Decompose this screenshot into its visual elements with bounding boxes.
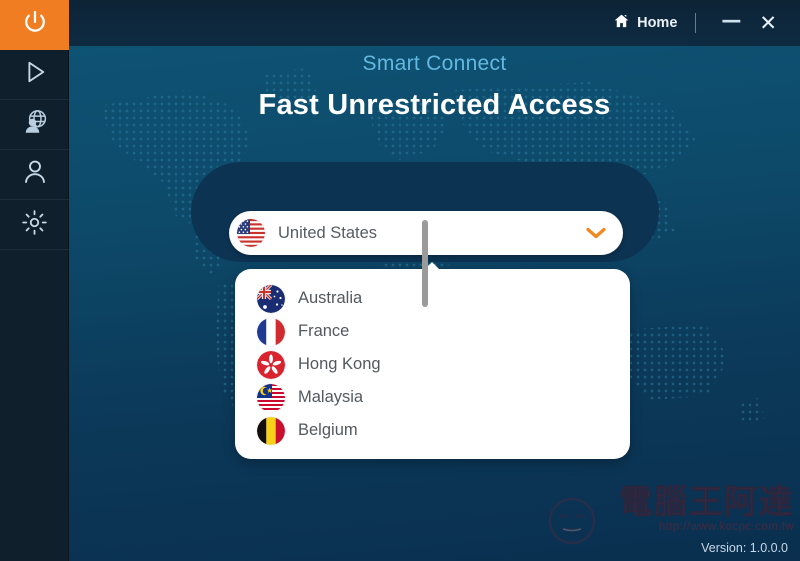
list-item[interactable]: Hong Kong bbox=[235, 348, 630, 381]
country-label: Hong Kong bbox=[298, 355, 381, 373]
list-item[interactable]: Malaysia bbox=[235, 381, 630, 414]
sidebar-item-account[interactable] bbox=[0, 150, 69, 200]
list-item[interactable]: France bbox=[235, 315, 630, 348]
page-title: Fast Unrestricted Access bbox=[258, 89, 611, 121]
smart-connect-subtitle: Smart Connect bbox=[362, 52, 507, 75]
main-stage: Smart Connect Fast Unrestricted Access U… bbox=[69, 46, 800, 561]
vpn-app-window: Home — ✕ Smart Connect Fast Unrestricted… bbox=[0, 0, 800, 561]
selected-country-label: United States bbox=[278, 223, 378, 242]
us-flag-icon bbox=[237, 219, 265, 247]
list-item[interactable]: Australia bbox=[235, 282, 630, 315]
gear-icon bbox=[20, 208, 49, 242]
minimize-button[interactable]: — bbox=[712, 8, 750, 32]
sidebar-item-settings[interactable] bbox=[0, 200, 69, 250]
power-icon bbox=[20, 8, 50, 43]
country-label: France bbox=[298, 322, 350, 340]
list-item[interactable]: Belgium bbox=[235, 414, 630, 447]
country-label: Belgium bbox=[298, 421, 358, 439]
country-label: Australia bbox=[298, 289, 363, 307]
person-icon bbox=[20, 157, 50, 192]
my-flag-icon bbox=[257, 383, 285, 412]
hk-flag-icon bbox=[257, 350, 285, 379]
play-triangle-icon bbox=[20, 57, 50, 92]
au-flag-icon bbox=[257, 284, 285, 313]
chevron-down-icon[interactable] bbox=[585, 222, 607, 244]
house-icon bbox=[613, 13, 630, 33]
sidebar-item-power[interactable] bbox=[0, 0, 69, 50]
country-label: Malaysia bbox=[298, 388, 364, 406]
version-label: Version: 1.0.0.0 bbox=[701, 541, 788, 555]
fr-flag-icon bbox=[257, 317, 285, 346]
titlebar-divider bbox=[695, 13, 697, 33]
headings: Smart Connect Fast Unrestricted Access bbox=[69, 52, 800, 122]
globe-user-icon bbox=[20, 107, 50, 142]
dropdown-scrollbar[interactable] bbox=[422, 220, 428, 307]
title-bar: Home — ✕ bbox=[0, 0, 800, 46]
close-button[interactable]: ✕ bbox=[750, 11, 786, 36]
sidebar-item-connect[interactable] bbox=[0, 50, 69, 100]
country-dropdown: Australia France Hong Kong Malaysia Belg… bbox=[235, 269, 630, 459]
sidebar bbox=[0, 0, 69, 561]
home-button[interactable]: Home bbox=[613, 13, 677, 33]
home-label: Home bbox=[637, 15, 678, 31]
country-list: Australia France Hong Kong Malaysia Belg… bbox=[235, 269, 630, 447]
be-flag-icon bbox=[257, 416, 285, 445]
sidebar-item-locations[interactable] bbox=[0, 100, 69, 150]
